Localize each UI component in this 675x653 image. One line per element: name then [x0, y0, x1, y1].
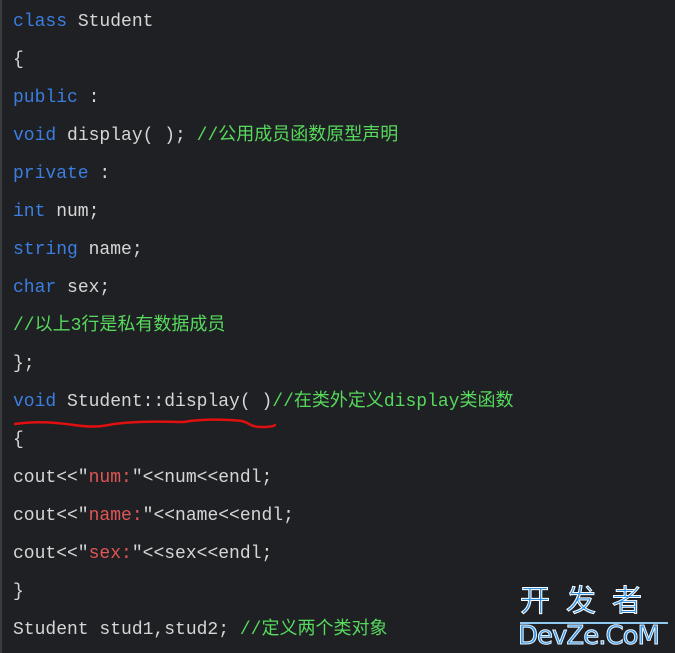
code-line: Student stud1,stud2; //定义两个类对象: [13, 618, 387, 642]
keyword-token: private: [13, 164, 89, 184]
code-line: private :: [13, 162, 110, 186]
code-line: int num;: [13, 200, 99, 224]
code-line: public :: [13, 86, 99, 110]
code-token: {: [13, 50, 24, 70]
devze-watermark: 开发者 DevZe.CoM: [516, 584, 675, 652]
code-token: {: [13, 430, 24, 450]
code-line: string name;: [13, 238, 143, 262]
code-token: "<<sex<<endl;: [131, 544, 273, 564]
code-token: Student stud1,stud2;: [13, 620, 240, 640]
string-token: num:: [88, 468, 132, 488]
code-line: }: [13, 580, 24, 604]
code-line: void Student::display( )//在类外定义display类函…: [13, 390, 513, 414]
code-line: cout<<"num:"<<num<<endl;: [13, 466, 272, 490]
underline-stroke: [14, 418, 276, 429]
code-line: {: [13, 48, 24, 72]
string-token: name:: [88, 506, 143, 526]
code-token: cout<<": [13, 506, 89, 526]
code-line: cout<<"sex:"<<sex<<endl;: [13, 542, 272, 566]
code-token: name;: [77, 240, 143, 260]
keyword-token: void: [13, 392, 57, 412]
code-line: cout<<"name:"<<name<<endl;: [13, 504, 294, 528]
code-token: :: [88, 164, 111, 184]
code-token: cout<<": [13, 468, 89, 488]
keyword-token: char: [13, 278, 57, 298]
code-token: display( );: [56, 126, 197, 146]
watermark-chinese: 开发者: [520, 584, 658, 619]
code-token: Student::display( ): [56, 392, 273, 412]
comment-token: //公用成员函数原型声明: [196, 126, 399, 146]
comment-token: //定义两个类对象: [239, 620, 388, 640]
comment-token: //在类外定义display类函数: [272, 392, 514, 412]
red-underline-annotation: [14, 418, 276, 429]
code-token: :: [77, 88, 100, 108]
keyword-token: int: [13, 202, 46, 222]
code-token: };: [13, 354, 35, 374]
code-token: Student: [67, 12, 154, 32]
code-line: void display( ); //公用成员函数原型声明: [13, 124, 398, 148]
code-line: char sex;: [13, 276, 110, 300]
comment-token: //以上3行是私有数据成员: [13, 316, 226, 336]
code-line: class Student: [13, 10, 153, 34]
code-token: "<<num<<endl;: [131, 468, 273, 488]
code-line: };: [13, 352, 35, 376]
keyword-token: string: [13, 240, 78, 260]
code-token: num;: [45, 202, 100, 222]
watermark-english: DevZe.CoM: [518, 621, 661, 652]
string-token: sex:: [88, 544, 132, 564]
code-token: cout<<": [13, 544, 89, 564]
code-token: }: [13, 582, 24, 602]
code-token: sex;: [56, 278, 111, 298]
keyword-token: void: [13, 126, 57, 146]
code-panel: class Student { public : void display( ); /…: [0, 0, 675, 653]
keyword-token: public: [13, 88, 78, 108]
code-line: //以上3行是私有数据成员: [13, 314, 225, 338]
code-token: "<<name<<endl;: [142, 506, 294, 526]
keyword-token: class: [13, 12, 68, 32]
